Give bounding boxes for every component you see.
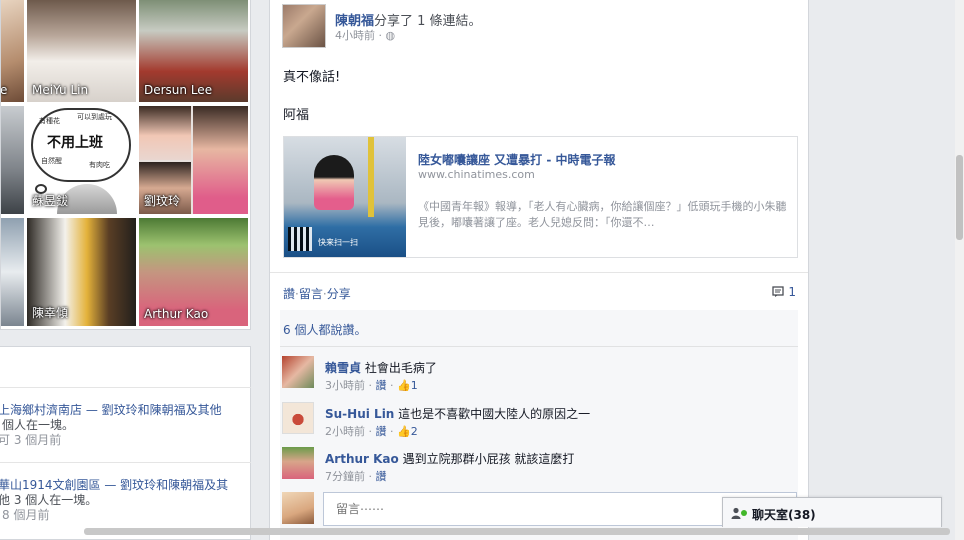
bubble-text-small: 可以到處玩 (77, 113, 112, 121)
friend-tile[interactable]: 有種花 可以到處玩 不用上班 自然醒 有肉吃 蘇昱鈸 (27, 106, 136, 214)
author-avatar[interactable] (282, 4, 326, 48)
friend-name: MeiYu Lin (32, 83, 89, 97)
story-timestamp[interactable]: 4小時前 · ◍ (335, 27, 395, 43)
friend-tile[interactable]: 陳幸傾 (27, 218, 136, 326)
comment-icon (772, 286, 785, 297)
friend-tile[interactable]: e (1, 0, 24, 102)
friend-tile[interactable]: 劉玟玲 (139, 106, 248, 214)
chat-tab[interactable]: 聊天室(38) (722, 497, 942, 527)
place-time: 可 3 個月前 (0, 433, 62, 447)
comment-text: 這也是不喜歡中國大陸人的原因之一 (394, 407, 591, 421)
like-link[interactable]: 讚 (283, 287, 295, 301)
friend-photo-inset (193, 106, 248, 214)
commenter-name[interactable]: Arthur Kao (325, 452, 399, 466)
comment-like-link[interactable]: 讚 (376, 379, 387, 392)
comment-body: 賴雪貞 社會出毛病了 (325, 359, 437, 376)
comment-link[interactable]: 留言 (299, 287, 323, 301)
comment-text: 遇到立院那群小屁孩 就該這麼打 (398, 452, 575, 466)
comment-time[interactable]: 3小時前 (325, 379, 365, 392)
thumb-person (314, 155, 354, 210)
share-link[interactable]: 分享 (327, 287, 351, 301)
my-avatar (282, 492, 314, 524)
place-detail: 他 3 個人在一塊。 (0, 493, 98, 507)
friend-name: 陳幸傾 (32, 306, 69, 320)
thumbs-up-icon: 👍 (397, 425, 411, 438)
commenter-avatar[interactable] (282, 447, 314, 479)
bubble-text-small: 自然醒 (41, 157, 62, 165)
comment-time[interactable]: 7分鐘前 (325, 470, 365, 483)
friend-photo (1, 106, 24, 214)
comment-time[interactable]: 2小時前 (325, 425, 365, 438)
link-thumbnail[interactable]: 快来扫一扫 (284, 137, 406, 257)
bubble-text-small: 有種花 (39, 117, 60, 125)
place-time: 8 個月前 (2, 508, 50, 522)
place-item[interactable]: 華山1914文創園區 — 劉玟玲和陳朝福及其 他 3 個人在一塊。 8 個月前 (0, 478, 251, 523)
link-description: 《中國青年報》報導，「老人有心臟病，你給讓個座？」低頭玩手機的小朱聽見後，嘟囔著… (418, 200, 787, 229)
friend-photo (1, 218, 24, 326)
qr-code-icon (288, 227, 312, 251)
feedback-section: 6 個人都說讚。 賴雪貞 社會出毛病了 3小時前 · 讚 · 👍1 Su-Hui… (280, 310, 798, 540)
friend-name: Dersun Lee (144, 83, 213, 97)
thumb-caption: 快来扫一扫 (318, 238, 358, 247)
comment-like-count[interactable]: 2 (411, 425, 418, 438)
divider (0, 462, 251, 463)
thumbs-up-icon: 👍 (397, 379, 411, 392)
comment-like-count[interactable]: 1 (411, 379, 418, 392)
thumb-pole (368, 137, 374, 217)
story-message: 阿福 (283, 108, 310, 123)
place-item[interactable]: 上海鄉村濟南店 — 劉玟玲和陳朝福及其他 個人在一塊。 可 3 個月前 (0, 403, 251, 448)
link-domain: www.chinatimes.com (418, 168, 535, 181)
horizontal-scrollbar[interactable] (84, 528, 950, 535)
left-column: e MeiYu Lin Dersun Lee 有種花 可以到處玩 不用上班 自然… (0, 0, 251, 540)
place-title[interactable]: 華山1914文創園區 — 劉玟玲和陳朝福及其 (0, 478, 251, 493)
online-dot-icon (741, 510, 747, 516)
commenter-name[interactable]: Su-Hui Lin (325, 407, 394, 421)
friend-tile[interactable]: MeiYu Lin (27, 0, 136, 102)
friend-photo-inset (139, 106, 191, 160)
comment-like-link[interactable]: 讚 (376, 425, 387, 438)
place-title[interactable]: 上海鄉村濟南店 — 劉玟玲和陳朝福及其他 (0, 403, 251, 418)
friend-tile[interactable]: Dersun Lee (139, 0, 248, 102)
comment-meta: 3小時前 · 讚 · 👍1 (325, 379, 418, 392)
comment-body: Su-Hui Lin 這也是不喜歡中國大陸人的原因之一 (325, 405, 590, 422)
friend-tile[interactable] (1, 218, 24, 326)
feed-story: 陳朝福分享了 1 條連結。 4小時前 · ◍ 真不像話! 阿福 快来扫一扫 陸女… (269, 0, 809, 540)
vertical-scrollbar[interactable] (955, 0, 964, 540)
friend-name: 劉玟玲 (144, 194, 181, 208)
friend-name: e (1, 83, 8, 97)
comment-meta: 2小時前 · 讚 · 👍2 (325, 425, 418, 438)
friend-name: Arthur Kao (144, 307, 209, 321)
chat-label: 聊天室(38) (752, 508, 816, 522)
friends-grid: e MeiYu Lin Dersun Lee 有種花 可以到處玩 不用上班 自然… (0, 0, 251, 330)
link-title[interactable]: 陸女嘟囔讓座 又遭暴打 - 中時電子報 (418, 151, 616, 168)
divider (270, 272, 808, 273)
friend-tile[interactable]: Arthur Kao (139, 218, 248, 326)
places-box: 上海鄉村濟南店 — 劉玟玲和陳朝福及其他 個人在一塊。 可 3 個月前 華山19… (0, 346, 251, 540)
commenter-avatar[interactable] (282, 402, 314, 434)
story-message: 真不像話! (283, 70, 341, 85)
scrollbar-thumb[interactable] (956, 155, 963, 240)
friend-name: 蘇昱鈸 (32, 194, 69, 208)
place-detail: 個人在一塊。 (2, 418, 75, 432)
divider (0, 387, 251, 388)
commenter-name[interactable]: 賴雪貞 (325, 361, 361, 375)
commenter-avatar[interactable] (282, 356, 314, 388)
comment-like-link[interactable]: 讚 (376, 470, 387, 483)
bubble-text-small: 有肉吃 (89, 161, 110, 169)
divider (280, 346, 798, 347)
comment-count[interactable]: 1 (772, 285, 796, 299)
bubble-text-main: 不用上班 (47, 135, 103, 151)
story-actions: 讚·留言·分享 (283, 285, 351, 302)
friend-tile[interactable] (1, 106, 24, 214)
comment-body: Arthur Kao 遇到立院那群小屁孩 就該這麼打 (325, 450, 574, 467)
comment-meta: 7分鐘前 · 讚 (325, 470, 387, 483)
comment-count-value: 1 (788, 285, 796, 299)
link-preview[interactable]: 快来扫一扫 陸女嘟囔讓座 又遭暴打 - 中時電子報 www.chinatimes… (283, 136, 798, 258)
comment-text: 社會出毛病了 (361, 361, 437, 375)
likes-summary[interactable]: 6 個人都說讚。 (283, 321, 366, 338)
